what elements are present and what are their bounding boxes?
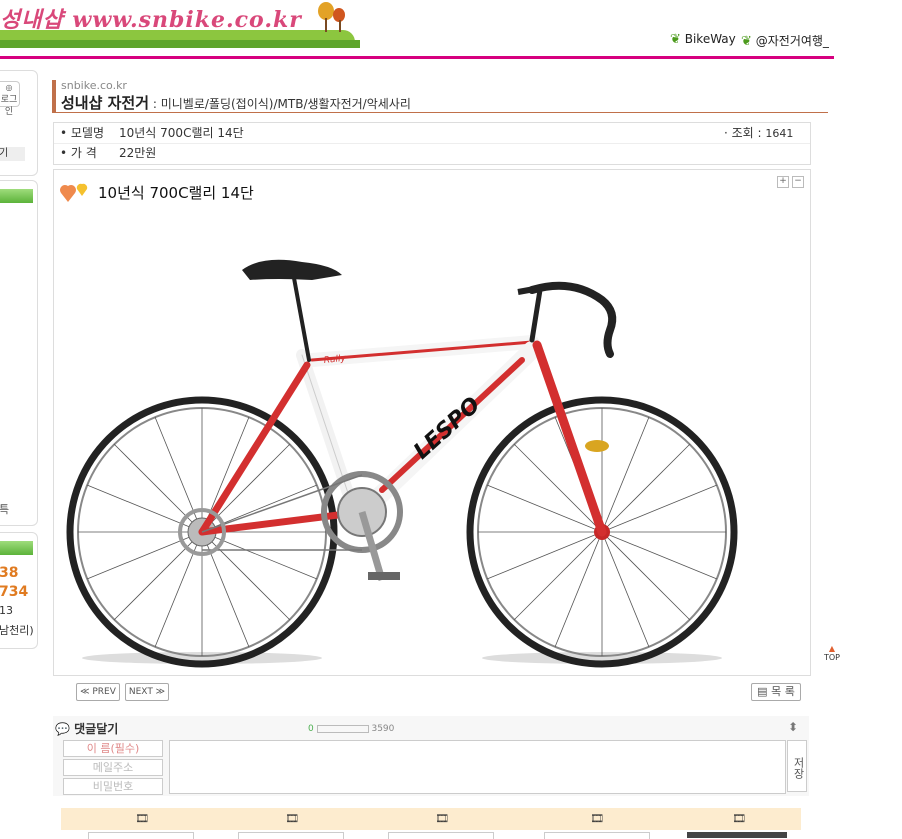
post-title: 10년식 700C랠리 14단: [98, 184, 254, 202]
tree-trunk: [339, 20, 341, 32]
bicycle-image: LESPO Rally: [66, 259, 738, 668]
film-icon[interactable]: 🎞: [285, 812, 299, 825]
site-logo[interactable]: 성내샵 www.snbike.co.kr: [0, 2, 302, 34]
login-box: ◎ 로그인 기: [0, 70, 38, 176]
logo-grass-dark: [0, 40, 360, 48]
board-title: snbike.co.kr 성내샵 자전거 : 미니벨로/폴딩(접이식)/MTB/…: [52, 79, 828, 113]
nav-link-bikeway[interactable]: ❦ BikeWay: [670, 32, 736, 47]
leaf-icon: ❦: [670, 32, 681, 47]
thumbnail-bar: 🎞 🎞 🎞 🎞 🎞: [61, 808, 801, 830]
svg-text:LESPO: LESPO: [409, 393, 485, 465]
counter-yesterday: 13: [0, 604, 13, 617]
next-button[interactable]: NEXT ≫: [125, 683, 169, 701]
zoom-in-button[interactable]: +: [777, 176, 789, 188]
list-button[interactable]: ▤ 목 록: [751, 683, 801, 701]
prev-button[interactable]: ≪ PREV: [76, 683, 120, 701]
char-progress-bar: [316, 724, 369, 733]
name-field[interactable]: 이 름(필수): [63, 740, 163, 757]
top-button[interactable]: ▲ TOP: [822, 644, 842, 663]
char-counter: 0 3590: [308, 724, 395, 734]
sidebar-menu-text: 특: [0, 503, 10, 516]
model-label: • 모델명: [60, 126, 105, 140]
password-field[interactable]: 비밀번호: [63, 778, 163, 795]
login-button[interactable]: ◎ 로그인: [0, 81, 20, 117]
counter-today: 38: [0, 565, 19, 581]
site-domain: snbike.co.kr: [61, 79, 127, 92]
board-title-text: 성내샵 자전거: [61, 94, 150, 112]
login-icon: ◎: [5, 83, 13, 92]
model-value: 10년식 700C랠리 14단: [119, 126, 244, 140]
heart-icon: [60, 180, 94, 207]
price-label: • 가 격: [60, 146, 97, 160]
zoom-out-button[interactable]: −: [792, 176, 804, 188]
save-button[interactable]: 저장: [787, 740, 807, 792]
header-divider: [0, 56, 834, 59]
price-value: 22만원: [119, 146, 157, 160]
comment-heading: 💬 댓글달기: [55, 722, 119, 736]
film-icon[interactable]: 🎞: [135, 812, 149, 825]
list-icon: ▤: [757, 685, 768, 698]
sidebar-menu-box: 특: [0, 180, 38, 526]
post-info-table: • 모델명 10년식 700C랠리 14단 • 가 격 22만원 · 조회 : …: [53, 122, 811, 165]
thumbnail[interactable]: [687, 832, 787, 838]
email-field[interactable]: 메일주소: [63, 759, 163, 776]
speech-bubble-icon: 💬: [55, 722, 70, 736]
sidebar-menu-header: [0, 189, 33, 203]
resize-icon[interactable]: ⬍: [788, 720, 798, 734]
film-icon[interactable]: 🎞: [435, 812, 449, 825]
film-icon[interactable]: 🎞: [732, 812, 746, 825]
comment-form: 💬 댓글달기 0 3590 ⬍ 이 름(필수) 메일주소 비밀번호 저장: [53, 716, 809, 796]
up-arrow-icon: ▲: [828, 644, 836, 653]
visitor-counter-box: 38 734 13 남천리): [0, 532, 38, 649]
board-categories: : 미니벨로/폴딩(접이식)/MTB/생활자전거/악세사리: [152, 97, 411, 111]
site-header: 성내샵 www.snbike.co.kr ❦ BikeWay ❦ @자전거여행_: [0, 0, 902, 62]
counter-header: [0, 541, 33, 555]
comment-textarea[interactable]: [169, 740, 786, 794]
counter-location: 남천리): [0, 624, 34, 637]
sidebar-item[interactable]: 기: [0, 147, 25, 161]
tree-trunk: [325, 18, 327, 32]
views-count: · 조회 : 1641: [724, 126, 794, 140]
counter-total: 734: [0, 584, 29, 600]
nav-link-travel[interactable]: ❦ @자전거여행_: [741, 32, 829, 49]
leaf-icon: ❦: [741, 34, 752, 49]
post-content: 10년식 700C랠리 14단 + − LESPO Rally: [53, 169, 811, 676]
film-icon[interactable]: 🎞: [590, 812, 604, 825]
row-divider: [54, 143, 810, 144]
board-name: 성내샵 자전거 : 미니벨로/폴딩(접이식)/MTB/생활자전거/악세사리: [61, 92, 411, 113]
